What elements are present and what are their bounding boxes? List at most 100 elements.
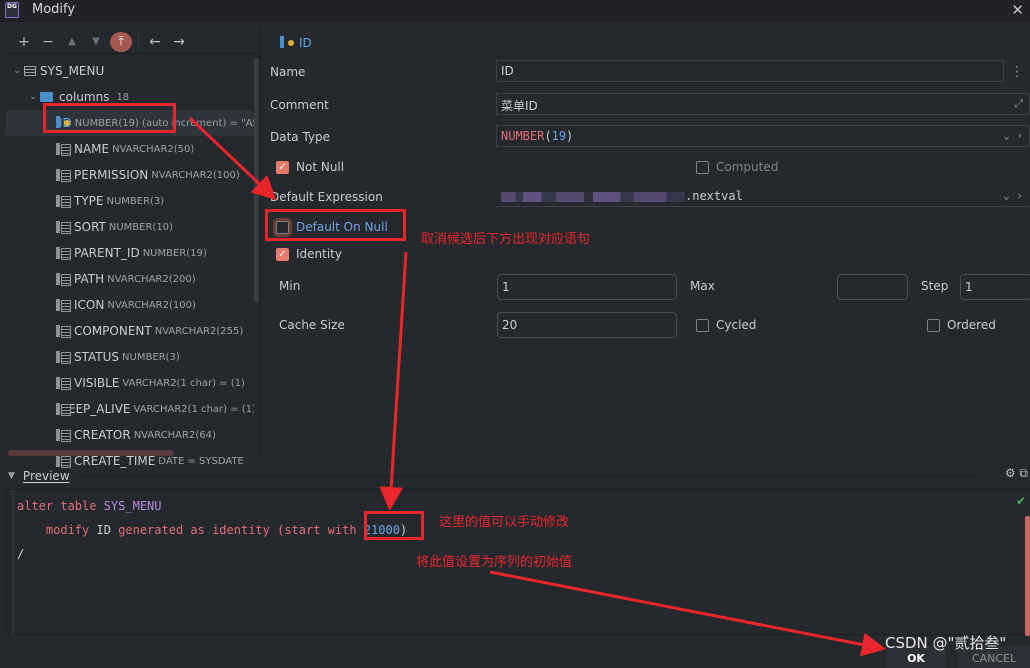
title-bar: DG Modify ✕: [0, 0, 1030, 22]
column-type: NVARCHAR2(100): [151, 169, 240, 181]
annotation-box-id-column: [43, 103, 176, 133]
column-type: NUMBER(10): [108, 221, 173, 233]
not-null-checkbox[interactable]: ✓ Not Null: [276, 160, 344, 174]
tree-column-item[interactable]: PARENT_ID NUMBER(19): [6, 240, 254, 266]
expand-icon[interactable]: ⤢: [1014, 97, 1023, 111]
move-up-icon[interactable]: ▲: [60, 32, 84, 52]
min-input[interactable]: 1: [497, 274, 677, 300]
column-icon: [56, 194, 71, 208]
add-icon[interactable]: +: [12, 32, 36, 52]
tree-column-item[interactable]: NAME NVARCHAR2(50): [6, 136, 254, 162]
cache-size-input[interactable]: 20: [497, 312, 677, 338]
forward-icon[interactable]: →: [167, 32, 191, 52]
column-name: PERMISSION: [74, 168, 149, 182]
column-type: NVARCHAR2(255): [154, 325, 244, 337]
preview-label: Preview: [22, 469, 70, 483]
editor-scrollbar[interactable]: [1025, 516, 1030, 636]
annotation-note-sequence-start: 将此值设置为序列的初始值: [416, 555, 573, 570]
name-input[interactable]: ID: [496, 60, 1004, 82]
chevron-down-icon[interactable]: ⌄: [10, 66, 24, 76]
tree-column-item[interactable]: CREATOR NVARCHAR2(64): [6, 422, 254, 448]
data-type-select[interactable]: NUMBER(19) ⌄ ›: [496, 125, 1030, 147]
computed-checkbox[interactable]: Computed: [696, 160, 778, 174]
remove-icon[interactable]: −: [36, 32, 60, 52]
ordered-label: Ordered: [947, 318, 996, 332]
promote-icon[interactable]: ⤒: [110, 31, 132, 52]
default-expression-input[interactable]: .nextval ⌄ ›: [496, 185, 1030, 207]
checkbox-checked-icon: ✓: [276, 247, 289, 261]
ordered-checkbox[interactable]: Ordered: [927, 318, 996, 332]
column-name: CREATOR: [74, 428, 131, 442]
column-type: NVARCHAR2(64): [133, 429, 216, 441]
identity-label: Identity: [296, 247, 342, 261]
tree-vertical-scrollbar[interactable]: [254, 58, 259, 303]
not-null-label: Not Null: [296, 160, 345, 174]
sql-keyword: modify: [17, 523, 97, 537]
more-options-icon[interactable]: ⋮: [1010, 64, 1024, 80]
comment-input[interactable]: 菜单ID ⤢: [496, 93, 1030, 115]
tree-column-item[interactable]: KEEP_ALIVE VARCHAR2(1 char) = (1): [6, 396, 254, 422]
tree-column-item[interactable]: STATUS NUMBER(3): [6, 344, 254, 370]
column-type: NUMBER(3): [122, 351, 180, 363]
min-label: Min: [279, 279, 301, 293]
max-input[interactable]: [837, 274, 908, 300]
column-icon: [56, 142, 71, 156]
column-icon: [56, 428, 71, 442]
annotation-note-editable: 这里的值可以手动修改: [439, 515, 570, 530]
checkbox-unchecked-icon: [696, 318, 709, 332]
cycled-checkbox[interactable]: Cycled: [696, 318, 756, 332]
tree-column-item[interactable]: COMPONENT NVARCHAR2(255): [6, 318, 254, 344]
data-type-keyword: NUMBER: [501, 129, 545, 143]
column-icon: [56, 220, 71, 234]
default-expression-label: Default Expression: [270, 190, 383, 204]
tree-column-item[interactable]: SORT NUMBER(10): [6, 214, 254, 240]
open-in-editor-icon[interactable]: ⧉: [1019, 466, 1028, 480]
paren-close: ): [566, 129, 574, 143]
window-title: Modify: [32, 2, 76, 17]
tree-column-item[interactable]: PERMISSION NVARCHAR2(100): [6, 162, 254, 188]
column-type: NUMBER(19): [142, 247, 207, 259]
column-type: NUMBER(3): [106, 195, 165, 207]
column-type: NVARCHAR2(100): [107, 299, 196, 311]
tree-column-item[interactable]: ICON NVARCHAR2(100): [6, 292, 254, 318]
tree-table-node[interactable]: ⌄ SYS_MENU: [6, 58, 254, 84]
step-input[interactable]: 1: [960, 274, 1030, 300]
comment-label: Comment: [270, 98, 329, 112]
dialog-footer: OK CANCEL: [0, 636, 1030, 668]
column-name: COMPONENT: [74, 324, 152, 338]
close-icon[interactable]: ✕: [1011, 1, 1024, 19]
comment-value: 菜单ID: [501, 99, 538, 113]
column-name: SORT: [74, 220, 106, 234]
column-name: VISIBLE: [74, 376, 120, 390]
preview-header[interactable]: ▼ Preview ⚙ ⧉: [6, 466, 1030, 486]
dropdown-chevron-icon[interactable]: ⌄ ›: [1003, 129, 1023, 142]
tree-horizontal-scrollbar[interactable]: [8, 450, 174, 456]
max-label: Max: [690, 279, 715, 293]
table-name: SYS_MENU: [40, 64, 105, 78]
tree-column-item[interactable]: PATH NVARCHAR2(200): [6, 266, 254, 292]
annotation-box-start-value: [364, 511, 424, 540]
sql-keyword: alter table: [17, 499, 104, 513]
tree-column-item[interactable]: VISIBLE VARCHAR2(1 char) = (1): [6, 370, 254, 396]
column-type: VARCHAR2(1 char) = (1): [133, 403, 255, 415]
sql-keyword: generated as identity: [110, 523, 278, 537]
settings-gear-icon[interactable]: ⚙: [1005, 466, 1016, 480]
chevron-down-icon[interactable]: ⌄: [26, 92, 40, 102]
back-icon[interactable]: ←: [143, 32, 167, 52]
step-label: Step: [921, 279, 949, 293]
tree-column-item[interactable]: TYPE NUMBER(3): [6, 188, 254, 214]
preview-divider: [75, 475, 980, 477]
annotation-box-default-on-null: [265, 209, 406, 241]
form-header-title: ID: [299, 36, 312, 50]
column-icon: [56, 324, 71, 338]
column-type: NVARCHAR2(200): [107, 273, 196, 285]
sql-table-name: SYS_MENU: [103, 499, 162, 513]
collapse-triangle-icon[interactable]: ▼: [8, 471, 15, 481]
column-icon: [56, 272, 71, 286]
column-name: PATH: [74, 272, 105, 286]
move-down-icon[interactable]: ▼: [84, 32, 108, 52]
dropdown-chevron-icon[interactable]: ⌄ ›: [1003, 189, 1023, 202]
checkbox-unchecked-icon: [696, 160, 709, 174]
sql-column-name: ID: [96, 523, 111, 537]
identity-checkbox[interactable]: ✓ Identity: [276, 247, 342, 261]
